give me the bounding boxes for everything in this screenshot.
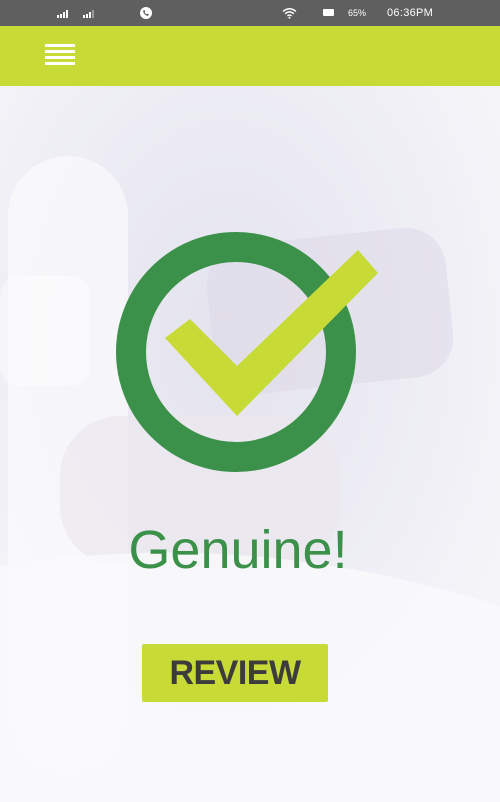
hamburger-menu-icon[interactable] xyxy=(45,44,75,66)
clock: 06:36PM xyxy=(387,7,434,19)
result-title: Genuine! xyxy=(128,520,348,580)
wifi-icon xyxy=(282,8,297,19)
app-screen: 65% 06:36PM Genuine! REVIEW xyxy=(0,0,500,802)
signal-bars-icon xyxy=(83,10,94,18)
battery-level: 65% xyxy=(348,8,367,18)
signal-bars-icon xyxy=(57,10,68,18)
review-button[interactable]: REVIEW xyxy=(142,644,328,702)
status-bar: 65% 06:36PM xyxy=(0,0,500,26)
phone-icon xyxy=(140,7,152,19)
battery-icon xyxy=(323,9,334,16)
app-bar xyxy=(0,26,500,86)
check-circle-icon xyxy=(116,232,378,472)
